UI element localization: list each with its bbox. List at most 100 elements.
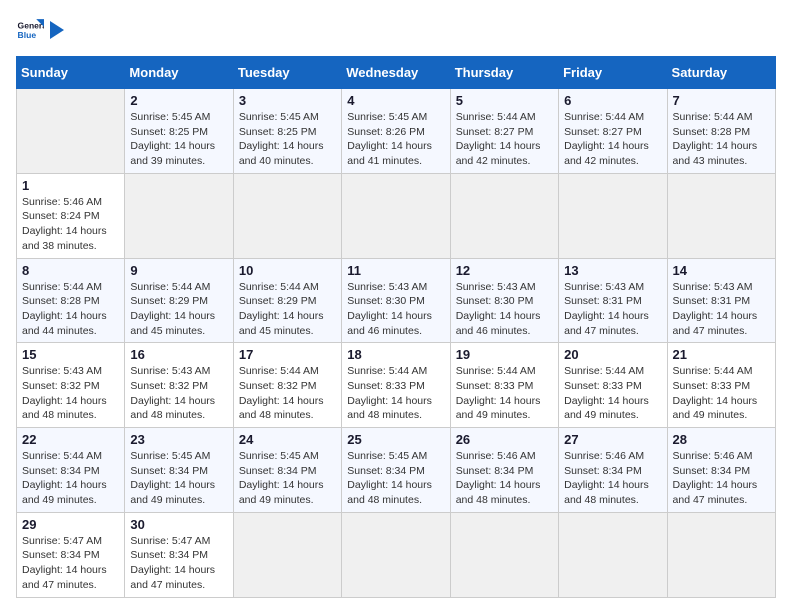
calendar-cell: 27 Sunrise: 5:46 AM Sunset: 8:34 PM Dayli… [559,428,667,513]
calendar-cell [667,512,775,597]
calendar-cell: 19 Sunrise: 5:44 AM Sunset: 8:33 PM Dayli… [450,343,558,428]
day-number: 28 [673,432,770,447]
day-detail: Sunrise: 5:46 AM Sunset: 8:24 PM Dayligh… [22,195,119,254]
day-number: 23 [130,432,227,447]
calendar-cell: 13Sunrise: 5:43 AM Sunset: 8:31 PM Dayli… [559,258,667,343]
day-detail: Sunrise: 5:44 AM Sunset: 8:28 PM Dayligh… [673,110,770,169]
calendar-cell [450,512,558,597]
day-detail: Sunrise: 5:46 AM Sunset: 8:34 PM Dayligh… [564,449,661,508]
day-detail: Sunrise: 5:44 AM Sunset: 8:29 PM Dayligh… [239,280,336,339]
calendar-cell: 29Sunrise: 5:47 AM Sunset: 8:34 PM Dayli… [17,512,125,597]
col-header-saturday: Saturday [667,57,775,89]
day-number: 15 [22,347,119,362]
day-number: 27 [564,432,661,447]
calendar-cell: 4 Sunrise: 5:45 AM Sunset: 8:26 PM Daylig… [342,89,450,174]
calendar-week-2: 8 Sunrise: 5:44 AM Sunset: 8:28 PM Daylig… [17,258,776,343]
day-detail: Sunrise: 5:47 AM Sunset: 8:34 PM Dayligh… [130,534,227,593]
calendar-cell [17,89,125,174]
calendar-cell: 21 Sunrise: 5:44 AM Sunset: 8:33 PM Dayli… [667,343,775,428]
calendar-cell: 20 Sunrise: 5:44 AM Sunset: 8:33 PM Dayli… [559,343,667,428]
calendar-table: SundayMondayTuesdayWednesdayThursdayFrid… [16,56,776,598]
day-number: 8 [22,263,119,278]
calendar-cell: 28Sunrise: 5:46 AM Sunset: 8:34 PM Dayli… [667,428,775,513]
day-detail: Sunrise: 5:44 AM Sunset: 8:32 PM Dayligh… [239,364,336,423]
day-number: 19 [456,347,553,362]
day-number: 21 [673,347,770,362]
day-number: 14 [673,263,770,278]
calendar-week-0: 2Sunrise: 5:45 AM Sunset: 8:25 PM Daylig… [17,89,776,174]
day-detail: Sunrise: 5:45 AM Sunset: 8:34 PM Dayligh… [130,449,227,508]
calendar-cell [559,173,667,258]
calendar-cell: 22 Sunrise: 5:44 AM Sunset: 8:34 PM Dayli… [17,428,125,513]
day-detail: Sunrise: 5:45 AM Sunset: 8:25 PM Dayligh… [130,110,227,169]
day-number: 18 [347,347,444,362]
calendar-cell: 7Sunrise: 5:44 AM Sunset: 8:28 PM Daylig… [667,89,775,174]
day-number: 5 [456,93,553,108]
day-detail: Sunrise: 5:43 AM Sunset: 8:31 PM Dayligh… [564,280,661,339]
day-detail: Sunrise: 5:45 AM Sunset: 8:25 PM Dayligh… [239,110,336,169]
calendar-cell: 24Sunrise: 5:45 AM Sunset: 8:34 PM Dayli… [233,428,341,513]
calendar-cell [667,173,775,258]
day-detail: Sunrise: 5:43 AM Sunset: 8:30 PM Dayligh… [456,280,553,339]
day-number: 9 [130,263,227,278]
calendar-cell [233,512,341,597]
logo-icon: General Blue [16,16,44,44]
day-detail: Sunrise: 5:44 AM Sunset: 8:33 PM Dayligh… [564,364,661,423]
col-header-wednesday: Wednesday [342,57,450,89]
calendar-cell: 3 Sunrise: 5:45 AM Sunset: 8:25 PM Daylig… [233,89,341,174]
calendar-cell: 15 Sunrise: 5:43 AM Sunset: 8:32 PM Dayli… [17,343,125,428]
day-number: 12 [456,263,553,278]
calendar-cell: 17Sunrise: 5:44 AM Sunset: 8:32 PM Dayli… [233,343,341,428]
col-header-tuesday: Tuesday [233,57,341,89]
calendar-week-5: 29 Sunrise: 5:47 AM Sunset: 8:34 PM Dayli… [17,512,776,597]
day-number: 20 [564,347,661,362]
day-detail: Sunrise: 5:43 AM Sunset: 8:32 PM Dayligh… [22,364,119,423]
day-detail: Sunrise: 5:46 AM Sunset: 8:34 PM Dayligh… [456,449,553,508]
calendar-cell: 16 Sunrise: 5:43 AM Sunset: 8:32 PM Dayli… [125,343,233,428]
calendar-cell: 11 Sunrise: 5:43 AM Sunset: 8:30 PM Dayli… [342,258,450,343]
calendar-cell [342,173,450,258]
day-detail: Sunrise: 5:44 AM Sunset: 8:28 PM Dayligh… [22,280,119,339]
day-number: 6 [564,93,661,108]
day-detail: Sunrise: 5:44 AM Sunset: 8:33 PM Dayligh… [347,364,444,423]
calendar-cell: 30 Sunrise: 5:47 AM Sunset: 8:34 PM Dayli… [125,512,233,597]
day-detail: Sunrise: 5:43 AM Sunset: 8:32 PM Dayligh… [130,364,227,423]
day-detail: Sunrise: 5:45 AM Sunset: 8:26 PM Dayligh… [347,110,444,169]
calendar-body: 2Sunrise: 5:45 AM Sunset: 8:25 PM Daylig… [17,89,776,598]
day-detail: Sunrise: 5:44 AM Sunset: 8:33 PM Dayligh… [456,364,553,423]
day-detail: Sunrise: 5:43 AM Sunset: 8:30 PM Dayligh… [347,280,444,339]
calendar-cell [233,173,341,258]
calendar-cell: 14Sunrise: 5:43 AM Sunset: 8:31 PM Dayli… [667,258,775,343]
calendar-cell: 5Sunrise: 5:44 AM Sunset: 8:27 PM Daylig… [450,89,558,174]
calendar-cell: 23 Sunrise: 5:45 AM Sunset: 8:34 PM Dayli… [125,428,233,513]
day-number: 29 [22,517,119,532]
calendar-week-3: 15 Sunrise: 5:43 AM Sunset: 8:32 PM Dayli… [17,343,776,428]
calendar-cell: 6 Sunrise: 5:44 AM Sunset: 8:27 PM Daylig… [559,89,667,174]
day-detail: Sunrise: 5:44 AM Sunset: 8:27 PM Dayligh… [564,110,661,169]
calendar-cell: 10 Sunrise: 5:44 AM Sunset: 8:29 PM Dayli… [233,258,341,343]
day-number: 4 [347,93,444,108]
day-detail: Sunrise: 5:44 AM Sunset: 8:33 PM Dayligh… [673,364,770,423]
calendar-cell: 12 Sunrise: 5:43 AM Sunset: 8:30 PM Dayli… [450,258,558,343]
calendar-cell: 8 Sunrise: 5:44 AM Sunset: 8:28 PM Daylig… [17,258,125,343]
day-number: 25 [347,432,444,447]
calendar-cell [450,173,558,258]
calendar-cell [342,512,450,597]
day-number: 30 [130,517,227,532]
day-number: 16 [130,347,227,362]
day-number: 1 [22,178,119,193]
day-detail: Sunrise: 5:44 AM Sunset: 8:34 PM Dayligh… [22,449,119,508]
col-header-sunday: Sunday [17,57,125,89]
day-number: 24 [239,432,336,447]
day-number: 3 [239,93,336,108]
calendar-week-4: 22 Sunrise: 5:44 AM Sunset: 8:34 PM Dayli… [17,428,776,513]
day-number: 10 [239,263,336,278]
calendar-cell: 2Sunrise: 5:45 AM Sunset: 8:25 PM Daylig… [125,89,233,174]
calendar-cell: 1 Sunrise: 5:46 AM Sunset: 8:24 PM Daylig… [17,173,125,258]
day-number: 22 [22,432,119,447]
col-header-monday: Monday [125,57,233,89]
calendar-cell: 9Sunrise: 5:44 AM Sunset: 8:29 PM Daylig… [125,258,233,343]
col-header-thursday: Thursday [450,57,558,89]
calendar-cell: 26Sunrise: 5:46 AM Sunset: 8:34 PM Dayli… [450,428,558,513]
day-number: 11 [347,263,444,278]
